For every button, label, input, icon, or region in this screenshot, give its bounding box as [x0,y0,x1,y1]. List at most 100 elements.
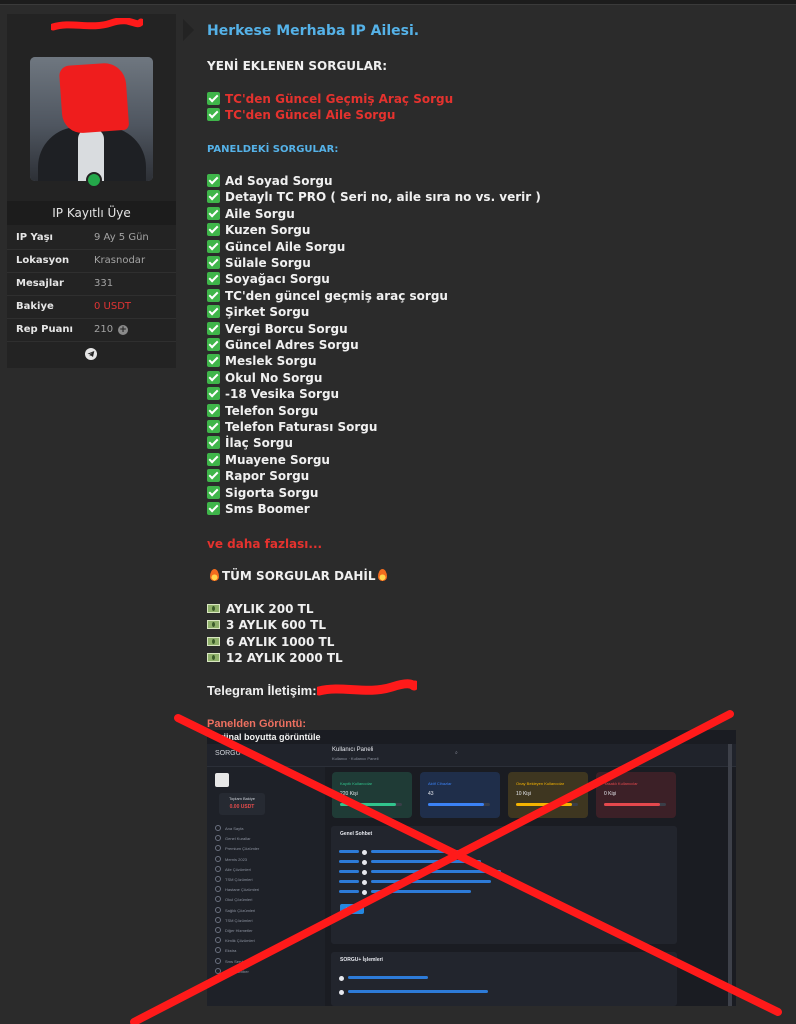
check-icon [207,206,220,220]
check-icon [207,272,220,286]
telegram-icon[interactable] [85,348,97,360]
check-icon [207,370,220,384]
stat-label: Bakiye [16,301,54,312]
screenshot-log-box: SORGU+ İşlemleri [331,952,677,1006]
stat-label: Mesajlar [16,278,64,289]
panel-query-item: Kuzen Sorgu [207,223,310,237]
screenshot-nav-item[interactable]: Mernis 2023 [215,856,247,862]
stat-row: IP Yaşı 9 Ay 5 Gün [7,227,176,250]
fire-icon [378,569,388,581]
stat-row: Lokasyon Krasnodar [7,250,176,273]
check-icon [207,256,220,269]
top-bar [0,0,796,5]
screenshot-nav-item[interactable]: Diğer Hizmetler [215,927,253,933]
panel-query-item: Ad Soyad Sorgu [207,174,333,188]
screenshot-nav-item[interactable]: SMS Bomber [215,968,249,974]
online-status-indicator [86,172,102,188]
screenshot-sidebar: Toplam Bakiye 0.00 USDT Ana Sayfa Genel K… [207,767,325,1006]
check-icon [207,403,220,417]
check-icon [207,502,220,515]
view-full-size-link[interactable]: Orjinal boyutta görüntüle [213,732,321,742]
stat-value: 331 [94,278,114,289]
screenshot-stat-card: Onay Bekleyen Kullanıcılar 10 Kişi [508,772,588,818]
screenshot-nav-item[interactable]: Premium Çözümler [215,845,259,851]
screenshot-topbar: SORGU Kullanıcı Paneli Kullanıcı · Kulla… [207,744,736,767]
stat-label: IP Yaşı [16,232,53,243]
check-icon [207,420,220,433]
check-icon [207,338,220,351]
check-icon [207,174,220,187]
cash-icon [207,636,220,646]
panel-query-item: Sms Boomer [207,502,310,516]
panel-query-item: Detaylı TC PRO ( Seri no, aile sıra no v… [207,190,541,204]
check-icon [207,305,220,319]
panel-query-item: Sülale Sorgu [207,256,311,270]
check-icon [207,387,220,401]
new-query-item: TC'den Güncel Aile Sorgu [207,108,395,122]
check-icon [207,239,220,253]
panel-query-item: Güncel Aile Sorgu [207,239,345,254]
post-arrow [183,19,194,41]
stat-value: 0 USDT [94,301,132,312]
stat-label: Rep Puanı [16,324,73,335]
check-icon [207,190,220,204]
telegram-contact: Telegram İletişim: [207,683,317,698]
stat-row: Bakiye 0 USDT [7,296,176,319]
avatar-redaction [58,61,130,135]
panel-query-item: Aile Sorgu [207,206,295,221]
panel-query-item: Şirket Sorgu [207,305,309,319]
stat-row: Mesajlar 331 [7,273,176,296]
username-redaction [51,18,143,31]
avatar[interactable] [30,57,153,181]
plus-icon[interactable]: + [118,325,128,335]
screenshot-nav-item[interactable]: Hastane Çözümleri [215,886,259,892]
user-rank: IP Kayıtlı Üye [7,201,176,225]
price-item: 3 AYLIK 600 TL [207,618,326,632]
price-item: AYLIK 200 TL [207,602,313,616]
check-icon [207,288,220,302]
post-greeting: Herkese Merhaba IP Ailesi. [207,23,420,39]
new-query-item: TC'den Güncel Geçmiş Araç Sorgu [207,92,453,106]
check-icon [207,354,220,368]
panel-query-item: Muayene Sorgu [207,452,330,467]
screenshot-nav-item[interactable]: Sms Servisi [215,958,246,964]
cash-icon [207,604,220,613]
panel-queries-heading: PANELDEKİ SORGULAR: [207,144,339,155]
screenshot-nav-item[interactable]: Kimlik Çözümleri [215,937,255,943]
price-item: 12 AYLIK 2000 TL [207,651,343,665]
screenshot-avatar [215,773,229,787]
screenshot-nav-item[interactable]: Aile Çözümleri [215,866,251,872]
check-icon [207,92,220,105]
screenshot-subtitle: Kullanıcı · Kullanıcı Paneli [332,756,379,761]
stat-value: 210 [94,324,114,335]
screenshot-chat-box: Genel Sohbet Gönder [331,826,677,944]
user-panel: IP Kayıtlı Üye IP Yaşı 9 Ay 5 Gün Lokasy… [7,14,176,368]
check-icon [207,321,220,335]
screenshot-nav-item[interactable]: TSM Çözümleri [215,917,253,923]
panel-query-item: Sigorta Sorgu [207,485,318,500]
screenshot-nav-item[interactable]: TSM Çözümleri [215,876,253,882]
screenshot-stat-card: Kayıtlı Kullanıcılar 220 Kişi [332,772,412,818]
more-text: ve daha fazlası... [207,537,323,551]
panel-query-item: Telefon Sorgu [207,403,318,418]
panel-screenshot[interactable]: Orjinal boyutta görüntüle SORGU Kullanıc… [207,730,736,1006]
screenshot-nav-item[interactable]: Okul Çözümleri [215,896,252,902]
stat-value: 9 Ay 5 Gün [94,232,149,243]
panel-query-item: Meslek Sorgu [207,354,317,368]
screenshot-scrollbar[interactable] [728,744,732,1006]
check-icon [207,223,220,237]
panel-query-item: İlaç Sorgu [207,436,293,450]
panel-query-item: Soyağacı Sorgu [207,272,330,286]
panel-query-item: Okul No Sorgu [207,370,322,385]
screenshot-balance: Toplam Bakiye 0.00 USDT [219,793,265,815]
screenshot-nav-item[interactable]: Ekstra [215,947,236,953]
screenshot-nav-item[interactable]: Sağlık Çözümleri [215,907,255,913]
price-item: 6 AYLIK 1000 TL [207,635,334,649]
panel-query-item: Vergi Borcu Sorgu [207,321,348,336]
panel-query-item: Telefon Faturası Sorgu [207,420,377,434]
panel-query-item: Güncel Adres Sorgu [207,338,359,352]
check-icon [207,436,220,450]
screenshot-nav-item[interactable]: Ana Sayfa [215,825,243,831]
screenshot-nav-item[interactable]: Genel Kurallar [215,835,251,841]
check-icon [207,469,220,483]
